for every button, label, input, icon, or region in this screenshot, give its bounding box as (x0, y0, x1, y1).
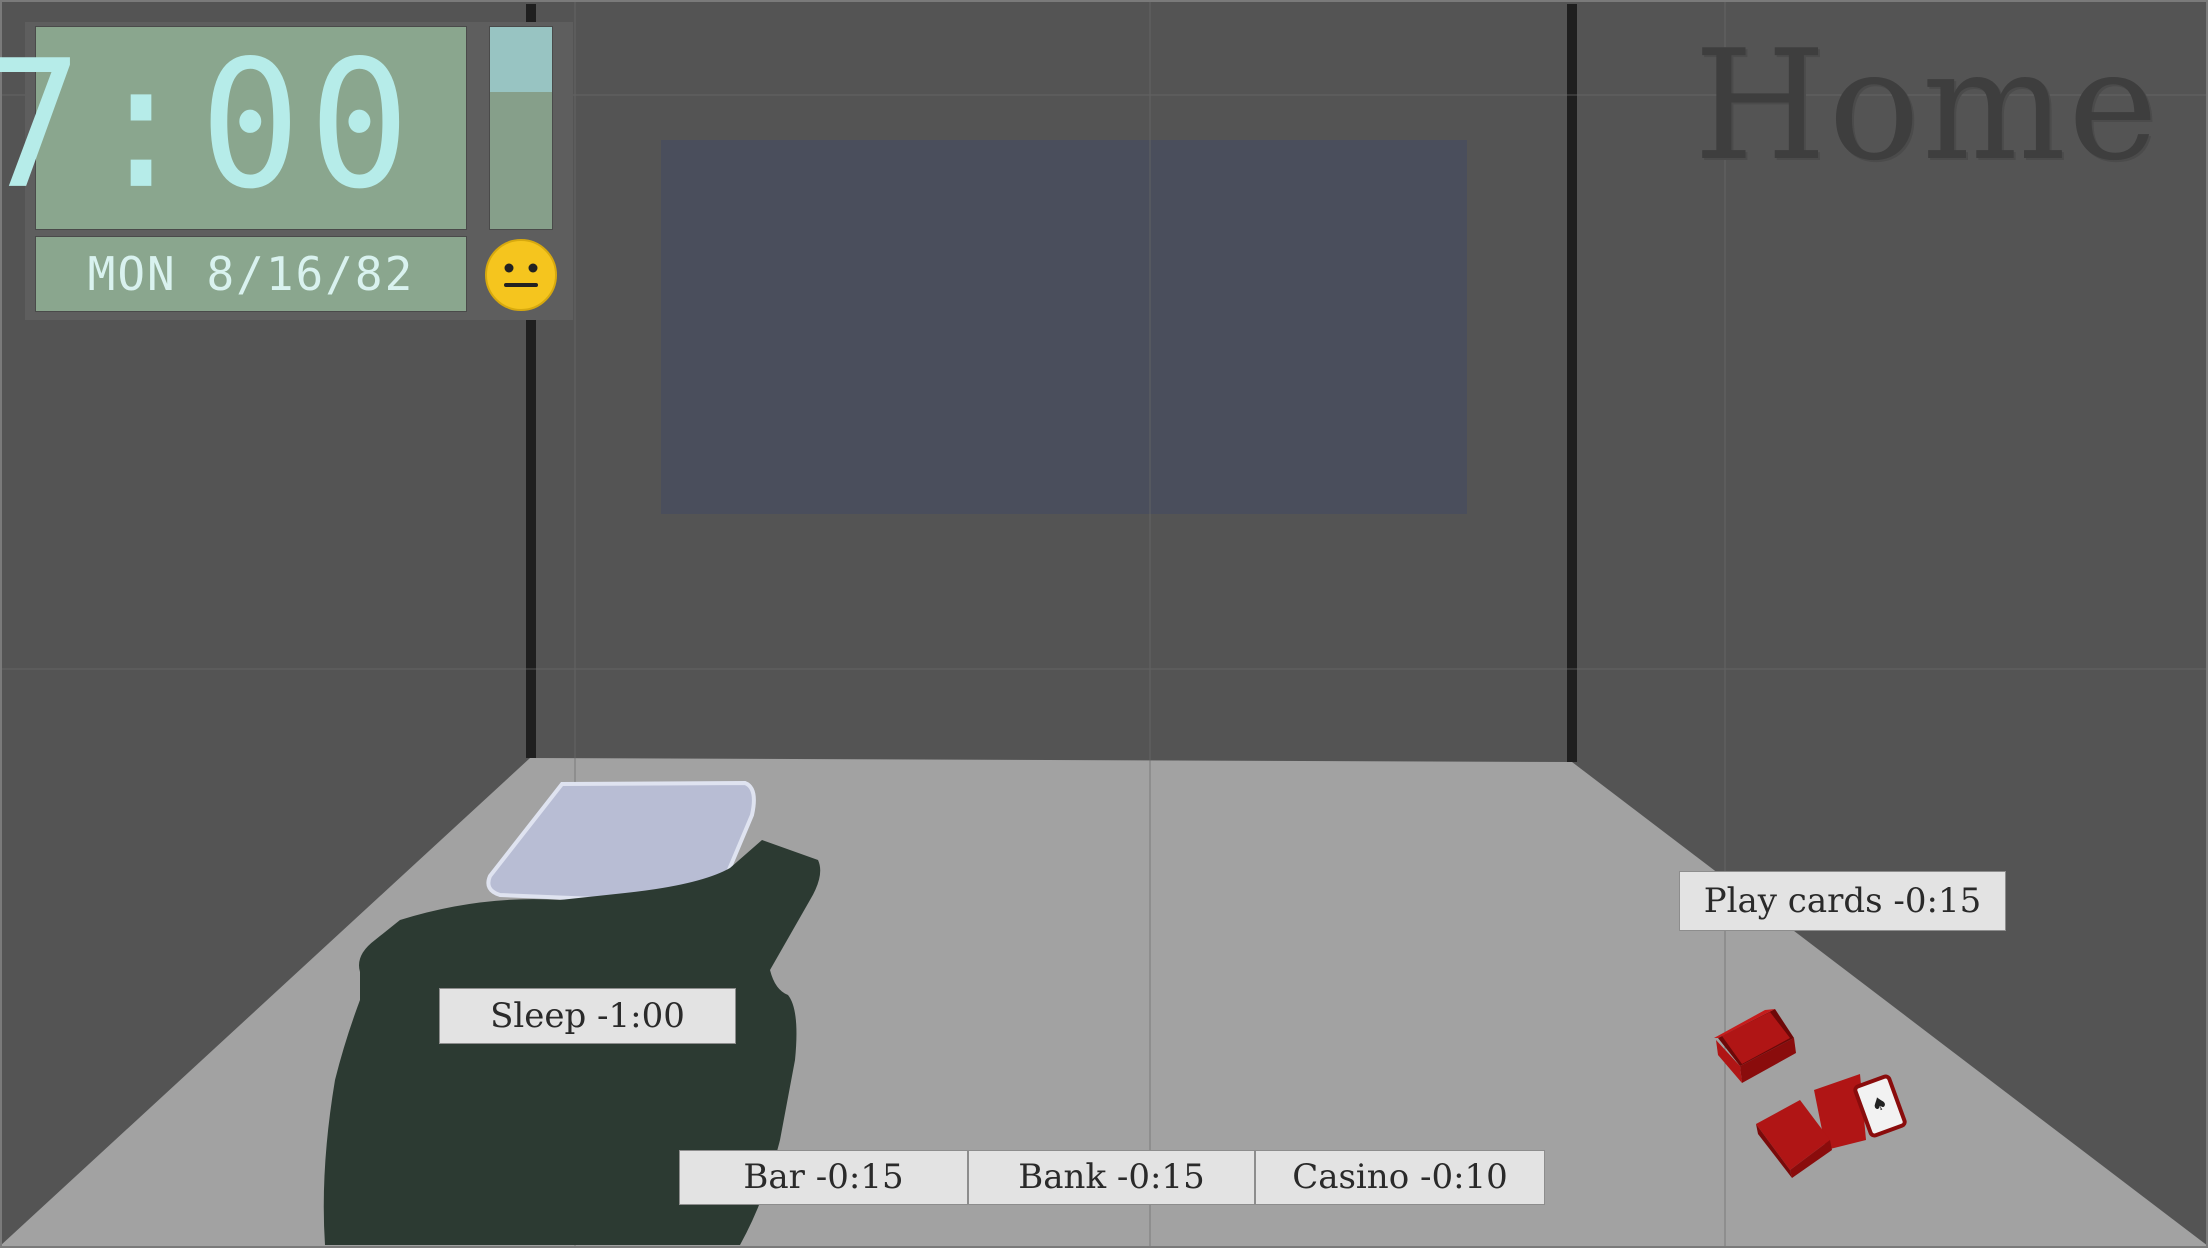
bank-button[interactable]: Bank -0:15 (968, 1150, 1255, 1205)
sleep-button[interactable]: Sleep -1:00 (439, 988, 736, 1044)
location-title: Home (1693, 17, 2160, 194)
neutral-face-icon (485, 239, 557, 311)
window (661, 140, 1467, 514)
status-hud: 7:00 MON 8/16/82 (0, 22, 573, 320)
date-display: MON 8/16/82 (35, 236, 467, 312)
energy-meter (489, 26, 553, 230)
casino-button[interactable]: Casino -0:10 (1255, 1150, 1545, 1205)
energy-meter-fill (490, 27, 552, 92)
play-cards-button[interactable]: Play cards -0:15 (1679, 871, 2006, 931)
clock-display: 7:00 (0, 26, 467, 230)
clock-time: 7:00 (0, 22, 418, 228)
bar-button[interactable]: Bar -0:15 (679, 1150, 968, 1205)
